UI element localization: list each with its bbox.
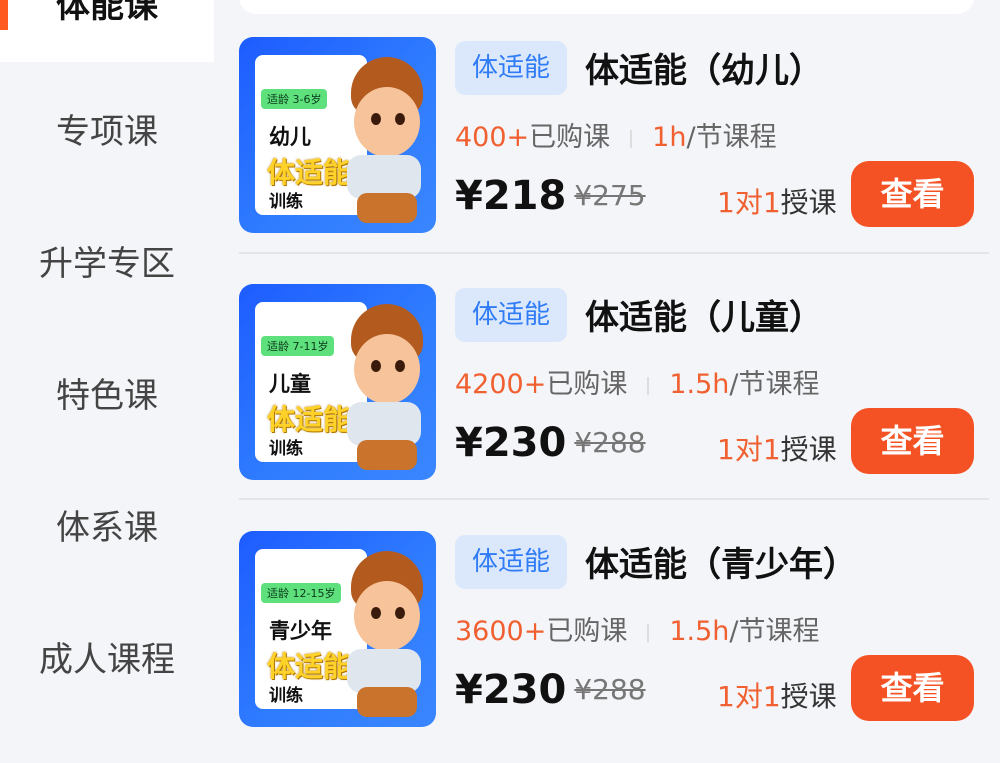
current-price: ¥230	[455, 420, 567, 466]
thumbnail-line3: 训练	[269, 686, 303, 706]
kid-face	[354, 87, 420, 157]
buyers-count: 400+	[455, 122, 530, 153]
sidebar-item-adult[interactable]: 成人课程	[0, 632, 214, 681]
top-banner-card	[239, 0, 974, 14]
sidebar-item-featured[interactable]: 特色课	[0, 368, 214, 417]
duration-suffix: /节课程	[729, 616, 820, 647]
thumbnail-line3: 训练	[269, 439, 303, 459]
thumbnail-line1: 青少年	[269, 619, 332, 643]
teaching-mode: 1对1授课	[717, 428, 837, 468]
course-stats: 3600+已购课 1.5h/节课程	[455, 609, 820, 648]
kid-eye	[371, 607, 381, 619]
kid-eye	[395, 360, 405, 372]
buyers-count: 4200+	[455, 369, 547, 400]
kid-pants	[357, 687, 417, 717]
thumbnail-line2: 体适能	[267, 403, 352, 436]
course-tag: 体适能	[455, 535, 567, 589]
view-button[interactable]: 查看	[851, 161, 974, 227]
card-divider	[239, 498, 989, 500]
stats-divider	[647, 623, 650, 642]
original-price: ¥288	[574, 426, 646, 459]
course-thumbnail: 适龄 12-15岁 青少年 体适能 训练	[239, 531, 436, 727]
kid-face	[354, 581, 420, 651]
kid-eye	[371, 360, 381, 372]
course-stats: 4200+已购课 1.5h/节课程	[455, 362, 820, 401]
buyers-suffix: 已购课	[546, 369, 628, 400]
stats-divider	[647, 376, 650, 395]
original-price: ¥288	[574, 673, 646, 706]
course-list: 适龄 3-6岁 幼儿 体适能 训练 体适能 体适能（幼儿） 400+已购课 1h/…	[214, 0, 1000, 727]
age-badge: 适龄 7-11岁	[261, 336, 335, 356]
course-thumbnail: 适龄 3-6岁 幼儿 体适能 训练	[239, 37, 436, 233]
teaching-mode: 1对1授课	[717, 675, 837, 715]
mode-highlight: 1对1	[717, 186, 781, 219]
original-price: ¥275	[574, 179, 646, 212]
stats-divider	[630, 129, 633, 148]
mode-suffix: 授课	[780, 433, 837, 466]
buyers-suffix: 已购课	[546, 616, 628, 647]
thumbnail-line2: 体适能	[267, 156, 352, 189]
kid-eye	[395, 607, 405, 619]
price: ¥218 ¥275	[455, 173, 646, 219]
course-tag: 体适能	[455, 41, 567, 95]
buyers-suffix: 已购课	[529, 122, 611, 153]
kid-face	[354, 334, 420, 404]
course-card[interactable]: 适龄 12-15岁 青少年 体适能 训练 体适能 体适能（青少年） 3600+已…	[239, 531, 999, 763]
thumbnail-line1: 幼儿	[269, 125, 311, 149]
thumbnail-line1: 儿童	[269, 372, 311, 396]
kid-pants	[357, 440, 417, 470]
duration-value: 1.5h	[669, 369, 730, 400]
sidebar-item-special[interactable]: 专项课	[0, 104, 214, 153]
price: ¥230 ¥288	[455, 420, 646, 466]
mode-suffix: 授课	[780, 186, 837, 219]
kid-pants	[357, 193, 417, 223]
age-badge: 适龄 12-15岁	[261, 583, 342, 603]
sidebar-item-label: 体能课	[56, 0, 158, 26]
view-button[interactable]: 查看	[851, 655, 974, 721]
duration-value: 1h	[652, 122, 687, 153]
kid-eye	[395, 113, 405, 125]
sidebar-item-system[interactable]: 体系课	[0, 500, 214, 549]
sidebar-item-admission[interactable]: 升学专区	[0, 236, 214, 285]
course-title[interactable]: 体适能（儿童）	[585, 290, 823, 339]
view-button[interactable]: 查看	[851, 408, 974, 474]
kid-eye	[371, 113, 381, 125]
age-badge: 适龄 3-6岁	[261, 89, 328, 109]
duration-suffix: /节课程	[686, 122, 777, 153]
mode-suffix: 授课	[780, 680, 837, 713]
mode-highlight: 1对1	[717, 680, 781, 713]
current-price: ¥218	[455, 173, 567, 219]
course-card[interactable]: 适龄 3-6岁 幼儿 体适能 训练 体适能 体适能（幼儿） 400+已购课 1h/…	[239, 37, 999, 269]
buyers-count: 3600+	[455, 616, 547, 647]
course-tag: 体适能	[455, 288, 567, 342]
course-title[interactable]: 体适能（青少年）	[585, 537, 857, 586]
card-divider	[239, 252, 989, 254]
current-price: ¥230	[455, 667, 567, 713]
duration-value: 1.5h	[669, 616, 730, 647]
course-title[interactable]: 体适能（幼儿）	[585, 43, 823, 92]
thumbnail-line3: 训练	[269, 192, 303, 212]
category-sidebar: 体能课 专项课 升学专区 特色课 体系课 成人课程	[0, 0, 214, 699]
course-stats: 400+已购课 1h/节课程	[455, 115, 777, 154]
duration-suffix: /节课程	[729, 369, 820, 400]
thumbnail-line2: 体适能	[267, 650, 352, 683]
course-card[interactable]: 适龄 7-11岁 儿童 体适能 训练 体适能 体适能（儿童） 4200+已购课 1…	[239, 284, 999, 516]
course-thumbnail: 适龄 7-11岁 儿童 体适能 训练	[239, 284, 436, 480]
sidebar-item-active[interactable]: 体能课	[0, 0, 214, 62]
price: ¥230 ¥288	[455, 667, 646, 713]
teaching-mode: 1对1授课	[717, 181, 837, 221]
mode-highlight: 1对1	[717, 433, 781, 466]
